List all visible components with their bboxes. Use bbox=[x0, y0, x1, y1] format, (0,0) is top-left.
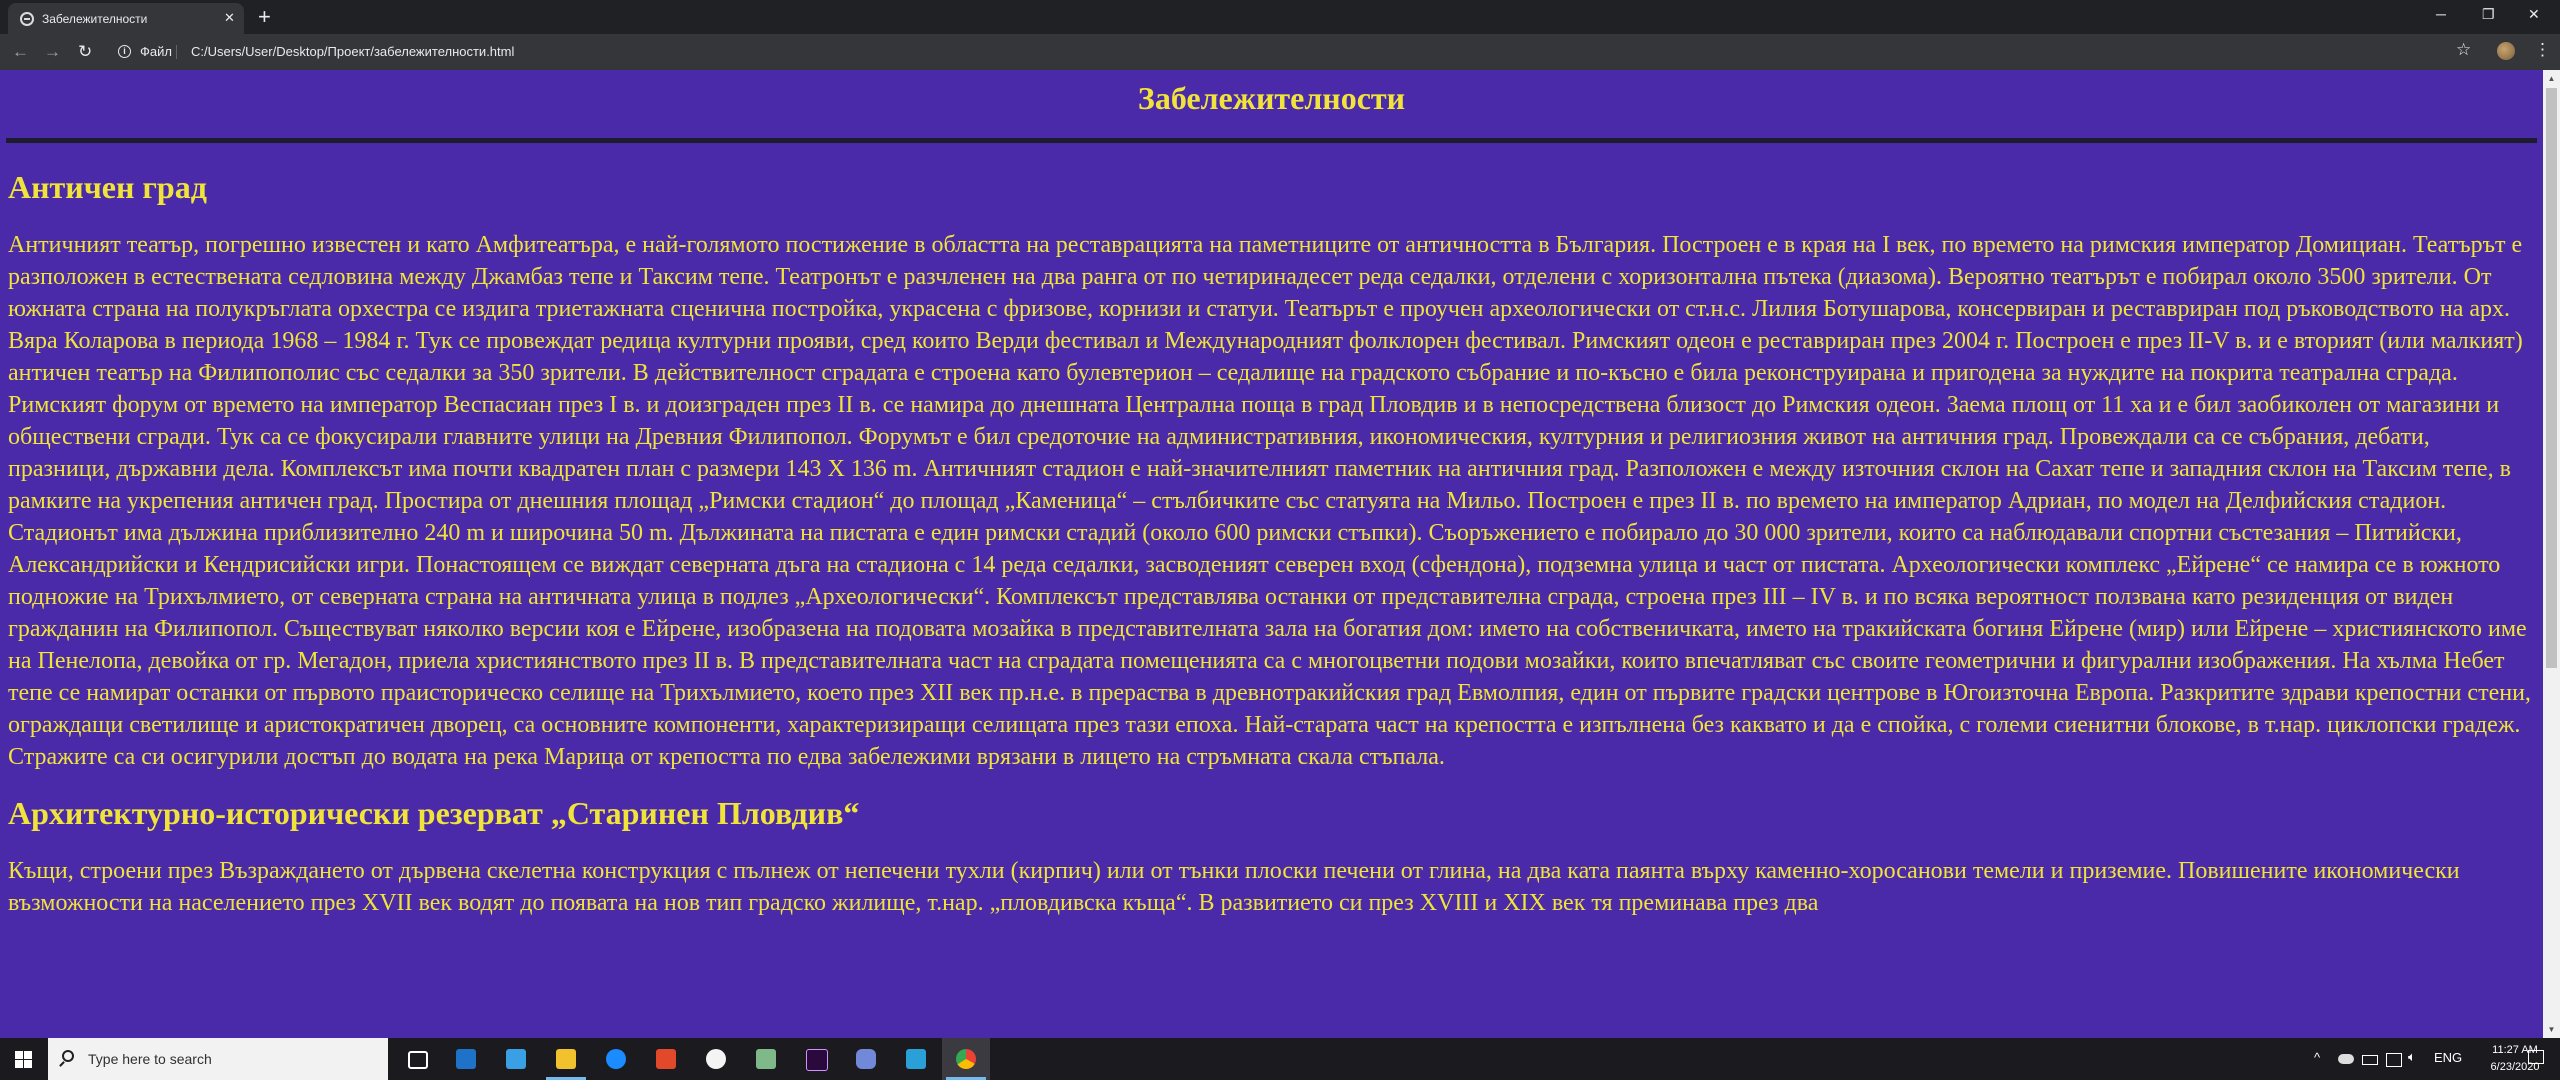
notes-icon[interactable] bbox=[742, 1038, 790, 1080]
browser-menu-icon[interactable]: ⋮ bbox=[2534, 40, 2551, 60]
browser-toolbar: ← → ↻ i Файл C:/Users/User/Desktop/Проек… bbox=[0, 34, 2560, 70]
task-view-icon[interactable] bbox=[392, 1038, 440, 1080]
vertical-scrollbar[interactable]: ▲ ▼ bbox=[2543, 70, 2560, 1038]
scrollbar-thumb[interactable] bbox=[2546, 88, 2557, 668]
file-scheme-label: Файл bbox=[140, 44, 172, 59]
bookmark-star-icon[interactable]: ☆ bbox=[2456, 40, 2471, 60]
network-icon[interactable] bbox=[2386, 1053, 2402, 1067]
store-icon[interactable] bbox=[492, 1038, 540, 1080]
forward-arrow-icon[interactable]: → bbox=[44, 42, 61, 62]
section-heading-old-plovdiv: Архитектурно-исторически резерват „Стари… bbox=[8, 795, 860, 831]
section-heading-ancient-city: Античен град bbox=[8, 169, 207, 205]
scroll-down-icon[interactable]: ▼ bbox=[2543, 1021, 2560, 1038]
tab-close-icon[interactable]: ✕ bbox=[224, 11, 235, 25]
search-placeholder: Type here to search bbox=[88, 1051, 212, 1067]
itunes-icon[interactable] bbox=[692, 1038, 740, 1080]
back-arrow-icon[interactable]: ← bbox=[12, 42, 29, 62]
reload-icon[interactable]: ↻ bbox=[78, 42, 92, 62]
tab-title: Забележителности bbox=[42, 12, 148, 26]
page-viewport: Забележителности Античен град Античният … bbox=[0, 70, 2543, 1038]
globe-icon bbox=[20, 12, 34, 26]
language-indicator[interactable]: ENG bbox=[2434, 1050, 2462, 1066]
chrome-icon[interactable] bbox=[942, 1038, 990, 1080]
windows-start-icon[interactable] bbox=[0, 1038, 46, 1080]
notification-icon[interactable] bbox=[2528, 1050, 2544, 1064]
app-icon[interactable] bbox=[892, 1038, 940, 1080]
search-icon bbox=[62, 1050, 74, 1062]
close-window-button[interactable]: ✕ bbox=[2528, 4, 2540, 24]
info-icon[interactable]: i bbox=[118, 45, 131, 58]
new-tab-button[interactable]: + bbox=[258, 6, 271, 28]
minimize-window-button[interactable]: ─ bbox=[2436, 4, 2446, 24]
title-divider bbox=[6, 138, 2537, 143]
address-bar[interactable]: i Файл C:/Users/User/Desktop/Проект/забе… bbox=[108, 38, 2408, 66]
battery-icon[interactable] bbox=[2362, 1055, 2378, 1065]
page-title: Забележителности bbox=[1137, 80, 1406, 116]
discord-icon[interactable] bbox=[842, 1038, 890, 1080]
browser-tab[interactable]: Забележителности ✕ bbox=[8, 3, 244, 34]
tray-chevron-icon[interactable]: ^ bbox=[2314, 1050, 2320, 1066]
address-separator bbox=[176, 45, 177, 59]
premiere-icon[interactable] bbox=[792, 1038, 840, 1080]
mail-icon[interactable] bbox=[442, 1038, 490, 1080]
volume-icon[interactable]: 🔈︎ bbox=[2408, 1049, 2416, 1065]
restore-window-button[interactable]: ❐ bbox=[2482, 4, 2495, 24]
windows-taskbar: Type here to search ^ 🔈︎ ENG 11:27 AM 6/… bbox=[0, 1038, 2560, 1080]
onedrive-icon[interactable] bbox=[2338, 1054, 2354, 1064]
messenger-icon[interactable] bbox=[592, 1038, 640, 1080]
url-text[interactable]: C:/Users/User/Desktop/Проект/забележител… bbox=[191, 44, 514, 59]
taskbar-search-box[interactable]: Type here to search bbox=[48, 1038, 388, 1080]
profile-avatar[interactable] bbox=[2497, 42, 2515, 60]
tab-strip: Забележителности ✕ + ─ ❐ ✕ bbox=[0, 0, 2560, 34]
page-content: Забележителности Античен град Античният … bbox=[0, 70, 2543, 919]
scroll-up-icon[interactable]: ▲ bbox=[2543, 70, 2560, 87]
file-explorer-icon[interactable] bbox=[542, 1038, 590, 1080]
office-icon[interactable] bbox=[642, 1038, 690, 1080]
section-text-old-plovdiv: Къщи, строени през Възраждането от дърве… bbox=[8, 858, 2460, 916]
section-text-ancient-city: Античният театър, погрешно известен и ка… bbox=[8, 232, 2531, 770]
